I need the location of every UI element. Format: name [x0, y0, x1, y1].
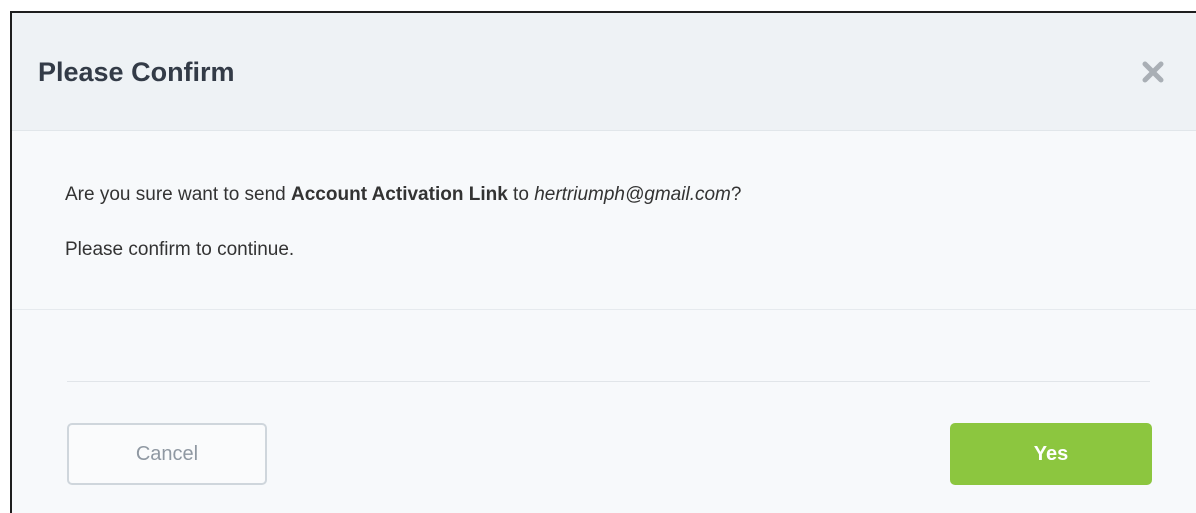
close-button[interactable] [1138, 57, 1168, 87]
confirm-message: Are you sure want to send Account Activa… [65, 183, 741, 207]
close-icon [1142, 61, 1164, 83]
yes-button[interactable]: Yes [950, 423, 1152, 485]
dialog-title: Please Confirm [38, 57, 235, 87]
cancel-button[interactable]: Cancel [67, 423, 267, 485]
footer-divider [67, 381, 1150, 382]
message-prefix: Are you sure want to send [65, 184, 292, 205]
dialog-header: Please Confirm [12, 13, 1196, 131]
message-email: hertriumph@gmail.com [534, 184, 731, 205]
divider [12, 309, 1196, 310]
message-middle: to [507, 184, 535, 205]
message-action: Account Activation Link [291, 184, 508, 205]
confirm-dialog: Please Confirm Are you sure want to send… [10, 11, 1196, 513]
message-suffix: ? [730, 184, 742, 205]
confirm-sub-message: Please confirm to continue. [65, 239, 295, 260]
